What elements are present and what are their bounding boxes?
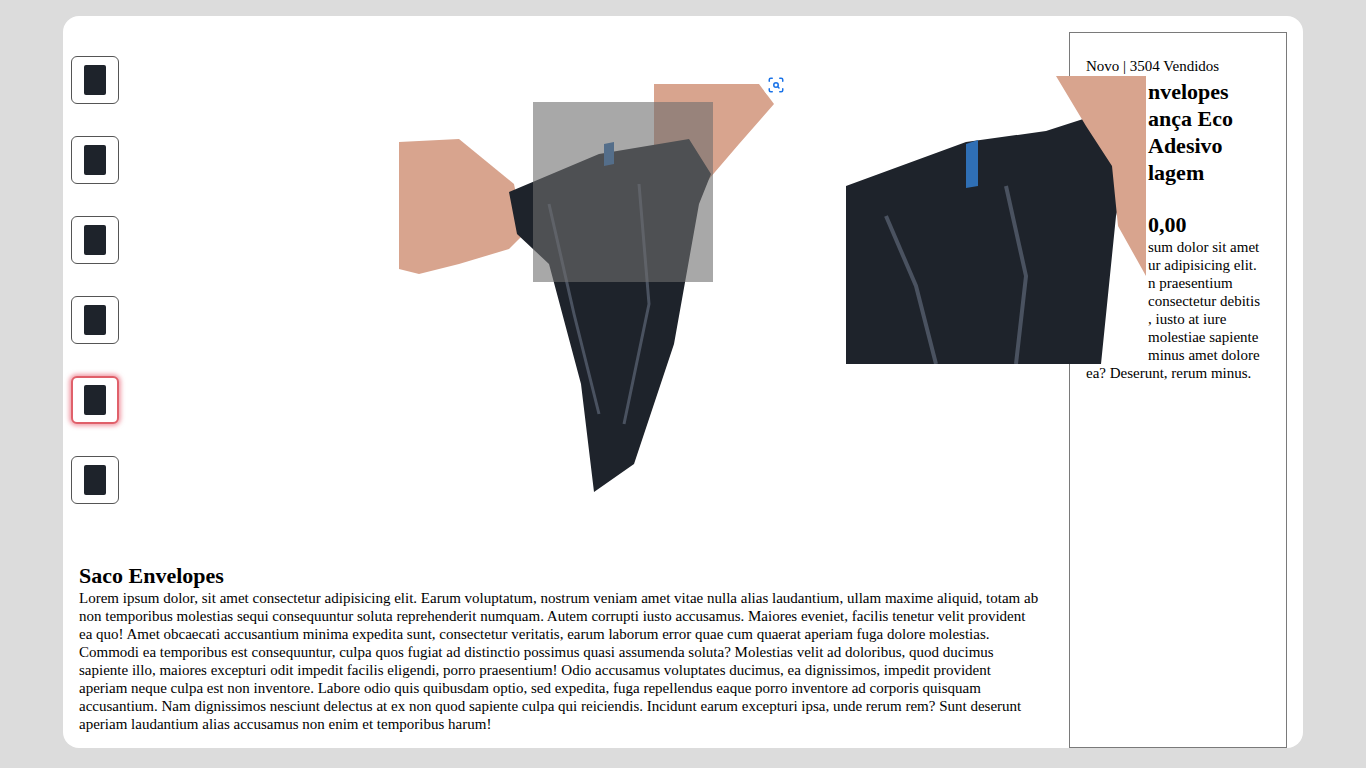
zoom-lens[interactable] <box>533 102 713 282</box>
product-card: Saco EnvelopesLorem ipsum dolor, sit ame… <box>63 16 1303 748</box>
thumbnail-picture <box>84 145 106 175</box>
thumbnail-list <box>63 16 119 563</box>
product-description: Saco EnvelopesLorem ipsum dolor, sit ame… <box>63 563 1069 733</box>
product-heading: Saco Envelopes <box>79 563 1053 589</box>
info-description-line: ea? Deserunt, rerum minus. <box>1086 364 1272 382</box>
thumbnail-picture <box>84 465 106 495</box>
thumbnail-picture <box>84 65 106 95</box>
thumbnail[interactable] <box>71 456 119 504</box>
sales-stats: Novo | 3504 Vendidos <box>1086 57 1272 75</box>
thumbnail-picture <box>84 305 106 335</box>
thumbnail[interactable] <box>71 136 119 184</box>
thumbnail-picture <box>84 385 106 415</box>
thumbnail[interactable] <box>71 376 119 424</box>
zoom-button[interactable] <box>763 72 789 98</box>
description-text: Lorem ipsum dolor, sit amet consectetur … <box>79 589 1041 733</box>
zoom-photo <box>846 76 1146 364</box>
thumbnail[interactable] <box>71 216 119 264</box>
zoom-result <box>846 76 1146 364</box>
thumbnail-picture <box>84 225 106 255</box>
thumbnail[interactable] <box>71 296 119 344</box>
scan-search-icon <box>767 76 785 94</box>
main-image[interactable] <box>399 84 789 495</box>
thumbnail[interactable] <box>71 56 119 104</box>
